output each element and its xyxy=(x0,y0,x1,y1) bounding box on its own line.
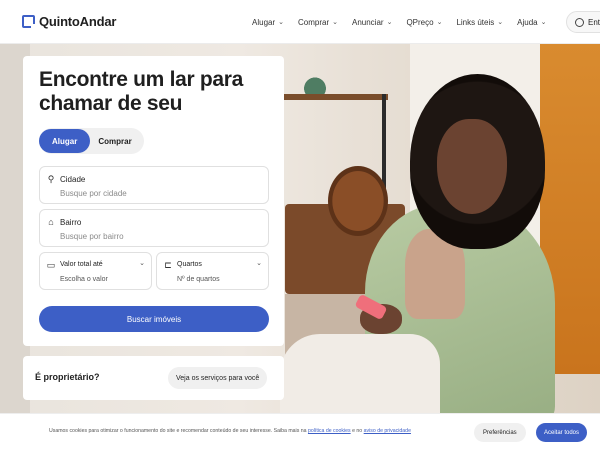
brand-logo[interactable]: QuintoAndar xyxy=(22,14,116,29)
nav-item-comprar[interactable]: Comprar ⌄ xyxy=(298,18,338,27)
chevron-down-icon: ⌄ xyxy=(540,19,547,26)
nav-item-label: Ajuda xyxy=(517,17,538,27)
chevron-down-icon: ⌄ xyxy=(256,260,262,267)
rooms-select[interactable]: ⊏ Quartos Nº de quartos ⌄ xyxy=(156,252,269,290)
cookie-banner: Usamos cookies para otimizar o funcionam… xyxy=(0,413,600,450)
nav-item-alugar[interactable]: Alugar ⌄ xyxy=(252,18,284,27)
chevron-down-icon: ⌄ xyxy=(278,19,284,26)
total-value-label: Valor total até xyxy=(60,261,103,268)
nav-item-qpreco[interactable]: QPreço ⌄ xyxy=(406,18,442,27)
cookie-text-before: Usamos cookies para otimizar o funcionam… xyxy=(49,428,307,434)
cookie-text-middle: e no xyxy=(352,428,363,434)
bed-icon: ⊏ xyxy=(164,260,172,270)
nav-item-label: Comprar xyxy=(298,17,330,27)
owner-card: É proprietário? Veja os serviços para vo… xyxy=(23,356,284,400)
rent-buy-toggle: Alugar Comprar xyxy=(39,128,144,154)
nav-item-ajuda[interactable]: Ajuda ⌄ xyxy=(517,18,546,27)
chevron-down-icon: ⌄ xyxy=(139,260,145,267)
basket-decor xyxy=(328,166,388,236)
rooms-placeholder: Nº de quartos xyxy=(177,276,220,283)
rooms-label: Quartos xyxy=(177,261,202,268)
location-pin-icon: ⚲ xyxy=(47,174,55,184)
owner-question: É proprietário? xyxy=(35,372,100,382)
person-face xyxy=(437,119,507,214)
login-label: Entrar xyxy=(588,17,600,27)
total-value-select[interactable]: ▭ Valor total até Escolha o valor ⌄ xyxy=(39,252,152,290)
city-input[interactable]: Busque por cidade xyxy=(60,189,127,198)
city-field[interactable]: ⚲ Cidade Busque por cidade xyxy=(39,166,269,204)
chevron-down-icon: ⌄ xyxy=(332,19,338,26)
nav-item-label: QPreço xyxy=(406,17,434,27)
nav-item-label: Anunciar xyxy=(352,17,384,27)
toggle-buy-button[interactable]: Comprar xyxy=(90,129,143,153)
city-label: Cidade xyxy=(60,175,86,184)
cookie-preferences-button[interactable]: Preferências xyxy=(474,423,526,442)
toggle-rent-button[interactable]: Alugar xyxy=(39,129,91,153)
page-title: Encontre um lar para chamar de seu xyxy=(39,68,244,115)
chevron-down-icon: ⌄ xyxy=(436,19,443,26)
top-header: QuintoAndar Alugar ⌄ Comprar ⌄ Anunciar … xyxy=(0,0,600,44)
nav-item-label: Links úteis xyxy=(456,17,495,27)
privacy-notice-link[interactable]: aviso de privacidade xyxy=(364,428,411,434)
neighborhood-input[interactable]: Busque por bairro xyxy=(60,232,124,241)
cookie-policy-link[interactable]: política de cookies xyxy=(308,428,351,434)
chevron-down-icon: ⌄ xyxy=(497,19,504,26)
total-value-placeholder: Escolha o valor xyxy=(60,276,108,283)
logo-icon xyxy=(22,15,36,29)
nav-item-links-uteis[interactable]: Links úteis ⌄ xyxy=(456,18,503,27)
cookie-accept-button[interactable]: Aceitar todos xyxy=(536,423,588,442)
neighborhood-label: Bairro xyxy=(60,218,82,227)
nav-item-anunciar[interactable]: Anunciar ⌄ xyxy=(352,18,392,27)
money-icon: ▭ xyxy=(46,260,56,270)
nav-item-label: Alugar xyxy=(252,17,276,27)
owner-services-button[interactable]: Veja os serviços para você xyxy=(168,367,268,389)
neighborhood-field[interactable]: ⌂ Bairro Busque por bairro xyxy=(39,209,269,247)
chevron-down-icon: ⌄ xyxy=(386,19,393,26)
search-button[interactable]: Buscar imóveis xyxy=(39,306,269,332)
person-pants xyxy=(280,334,440,414)
cookie-text: Usamos cookies para otimizar o funcionam… xyxy=(49,428,479,434)
main-nav: Alugar ⌄ Comprar ⌄ Anunciar ⌄ QPreço ⌄ L… xyxy=(252,0,546,44)
search-card: Encontre um lar para chamar de seu Aluga… xyxy=(23,56,284,346)
house-icon: ⌂ xyxy=(48,217,54,227)
brand-name: QuintoAndar xyxy=(39,14,117,29)
shelf-decor xyxy=(283,94,388,100)
login-button[interactable]: Entrar xyxy=(566,11,600,33)
plant-icon xyxy=(300,66,330,94)
user-icon xyxy=(575,17,584,27)
